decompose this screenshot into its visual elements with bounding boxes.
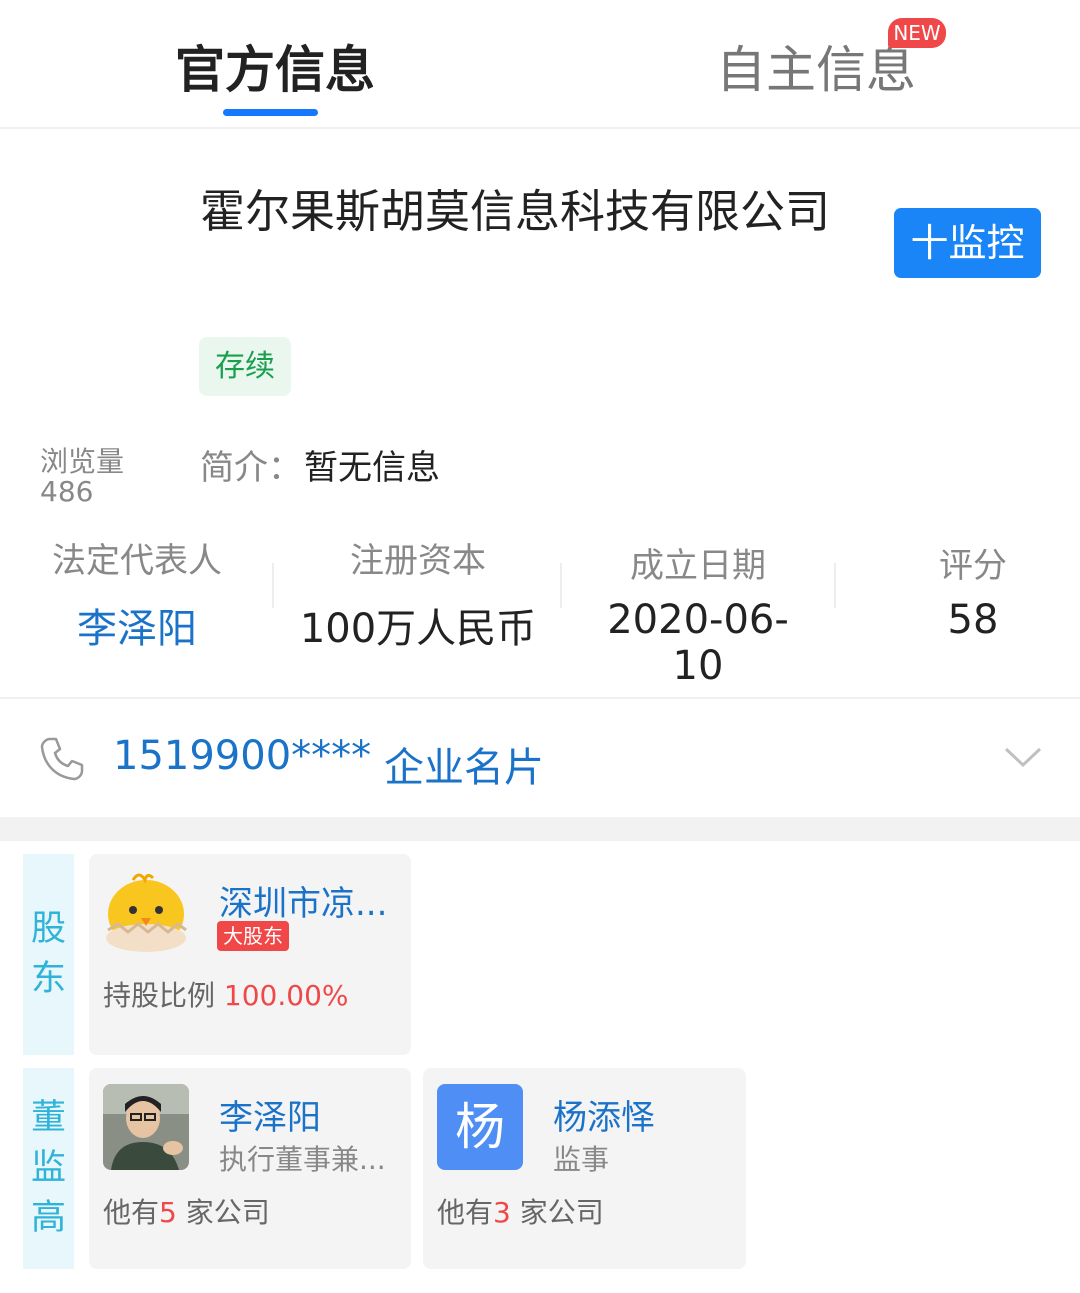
status-badge: 存续 <box>199 337 291 396</box>
executive-card[interactable]: 李泽阳 执行董事兼... 他有5 家公司 <box>89 1068 411 1269</box>
divider <box>0 697 1080 699</box>
phone-icon[interactable] <box>38 735 86 783</box>
stat-label: 成立日期 <box>630 546 766 586</box>
legal-representative-link[interactable]: 李泽阳 <box>47 596 227 654</box>
stat-founding-date: 成立日期 2020-06-10 <box>583 538 813 689</box>
business-card-link[interactable]: 企业名片 <box>384 735 544 793</box>
intro-value: 暂无信息 <box>304 448 440 488</box>
shareholders-section-label: 股 东 <box>23 854 74 1055</box>
stat-value: 58 <box>947 597 999 643</box>
stat-label: 评分 <box>939 546 1007 586</box>
executive-name[interactable]: 李泽阳 <box>219 1090 321 1139</box>
new-badge: NEW <box>888 18 946 48</box>
executive-role: 监事 <box>553 1143 610 1176</box>
stat-score: 评分 58 <box>913 538 1033 643</box>
shareholding-ratio: 持股比例 100.00% <box>103 979 349 1012</box>
company-count[interactable]: 他有3 家公司 <box>437 1191 604 1231</box>
views-count: 486 <box>40 475 94 508</box>
company-count[interactable]: 他有5 家公司 <box>103 1191 270 1231</box>
stat-value: 2020-06-10 <box>607 597 789 689</box>
tab-official-info[interactable]: 官方信息 <box>175 30 375 102</box>
tab-self-info[interactable]: 自主信息 <box>716 30 916 102</box>
phone-number[interactable]: 1519900**** <box>113 733 371 779</box>
stat-legal-representative: 法定代表人 李泽阳 <box>47 533 227 654</box>
intro-label: 简介： <box>200 448 302 488</box>
section-gap <box>0 817 1080 841</box>
stat-value: 100万人民币 <box>299 606 537 652</box>
shareholder-card[interactable]: 深圳市凉... 大股东 持股比例 100.00% <box>89 854 411 1055</box>
views-label: 浏览量 <box>40 445 125 478</box>
executive-card[interactable]: 杨 杨添怿 监事 他有3 家公司 <box>423 1068 746 1269</box>
letter-avatar: 杨 <box>437 1084 523 1170</box>
stat-divider <box>272 563 274 608</box>
stat-divider <box>834 563 836 608</box>
monitor-button[interactable]: 十监控 <box>894 208 1041 278</box>
executives-section-label: 董 监 高 <box>23 1068 74 1269</box>
executive-role: 执行董事兼... <box>219 1143 386 1176</box>
shareholder-name[interactable]: 深圳市凉... <box>219 876 387 925</box>
chevron-down-icon[interactable] <box>1003 742 1043 772</box>
stat-label: 注册资本 <box>350 541 486 581</box>
stat-label: 法定代表人 <box>52 541 222 581</box>
tab-bar: 官方信息 自主信息 NEW <box>0 0 1080 129</box>
company-name: 霍尔果斯胡莫信息科技有限公司 <box>200 185 831 238</box>
active-tab-indicator <box>223 109 318 116</box>
major-shareholder-badge: 大股东 <box>217 921 289 951</box>
chick-avatar-icon <box>103 868 189 954</box>
stat-divider <box>560 563 562 608</box>
executive-name[interactable]: 杨添怿 <box>553 1090 655 1139</box>
stat-registered-capital: 注册资本 100万人民币 <box>293 533 543 654</box>
person-photo-avatar <box>103 1084 189 1170</box>
